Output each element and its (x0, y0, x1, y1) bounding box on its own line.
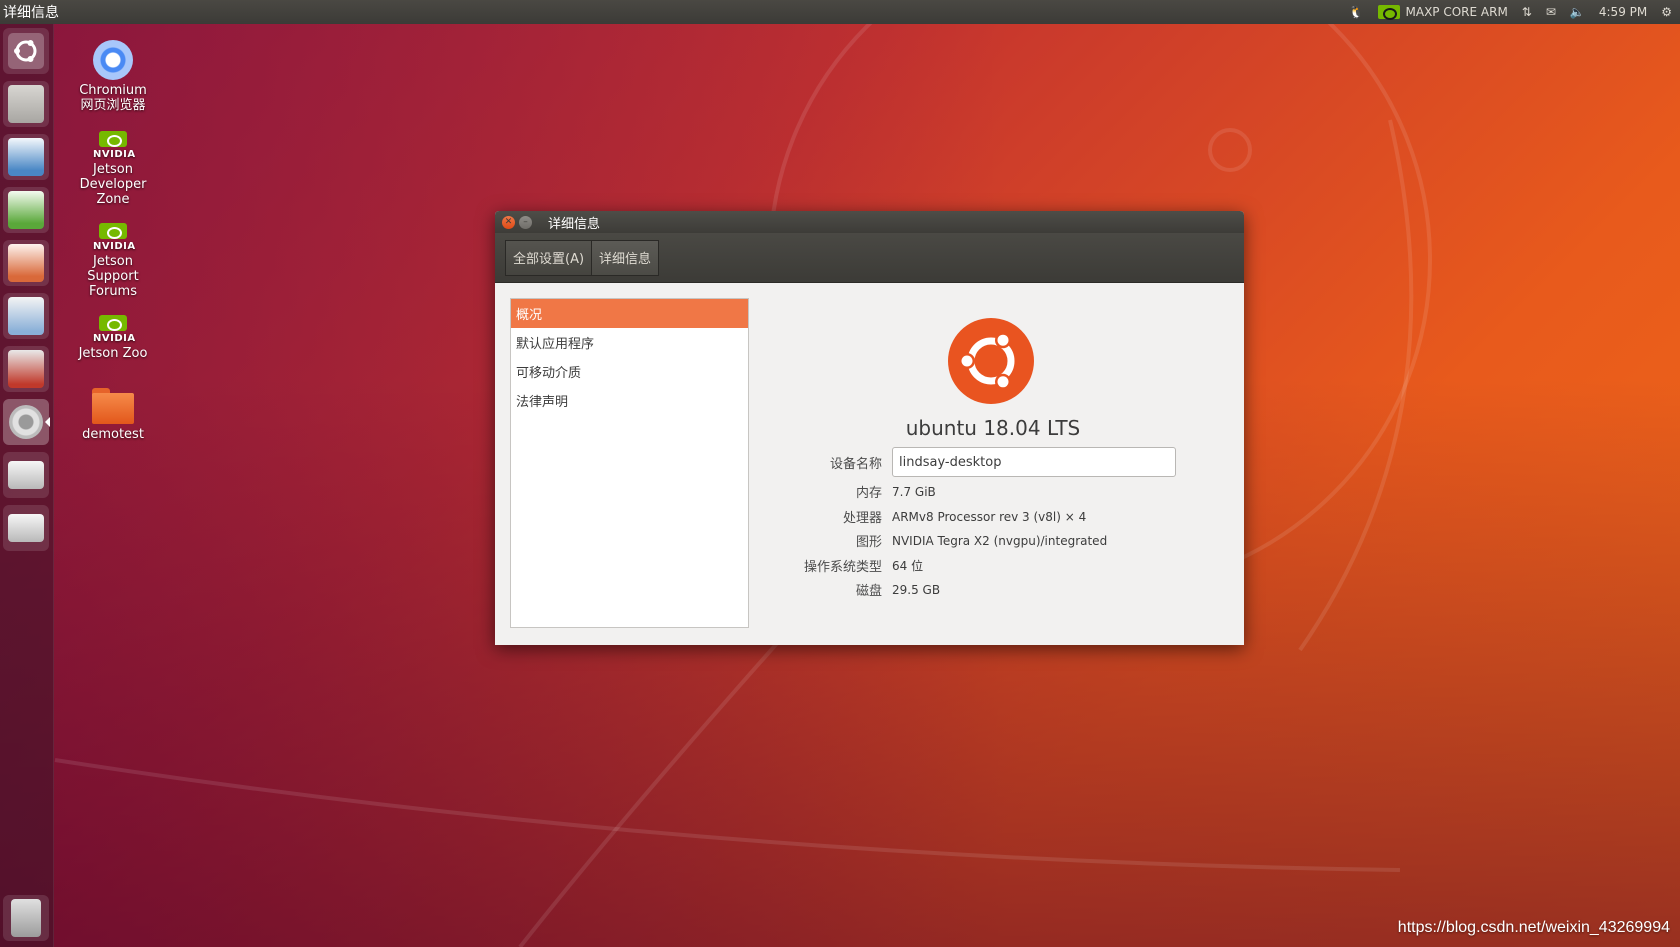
volume-icon[interactable]: 🔈 (1570, 5, 1585, 19)
nvidia-wordmark: NVIDIA (93, 241, 136, 252)
window-titlebar[interactable]: ✕ – 详细信息 (495, 211, 1244, 233)
folder-icon (92, 388, 134, 424)
close-icon[interactable]: ✕ (502, 215, 515, 229)
desktop-icon-jetson-developer-zone[interactable]: NVIDIA Jetson Developer Zone (63, 131, 163, 207)
system-settings-launcher[interactable] (3, 399, 50, 445)
info-row-processor: 处理器 ARMv8 Processor rev 3 (v8l) × 4 (795, 507, 1215, 527)
info-label: 操作系统类型 (803, 560, 882, 575)
info-label: 处理器 (842, 511, 882, 526)
network-icon[interactable]: ⇅ (1522, 5, 1532, 19)
clock[interactable]: 4:59 PM (1599, 5, 1647, 19)
info-label: 内存 (855, 486, 882, 501)
breadcrumb-details[interactable]: 详细信息 (592, 239, 660, 276)
usb-drive-icon (8, 514, 44, 542)
desktop-icon-jetson-zoo[interactable]: NVIDIA Jetson Zoo (63, 315, 163, 361)
nvidia-logo-icon: NVIDIA (93, 131, 136, 160)
info-label: 图形 (855, 535, 882, 550)
ubuntu-logo-icon (948, 318, 1034, 404)
info-value: 29.5 GB (892, 582, 941, 597)
desktop-icon-label: Jetson Zoo (78, 346, 148, 361)
ubuntu-logo-icon (8, 33, 44, 69)
calc-launcher[interactable] (3, 187, 49, 233)
device-name-label: 设备名称 (829, 456, 882, 472)
wrench-icon (8, 350, 44, 388)
info-value: ARMv8 Processor rev 3 (v8l) × 4 (892, 509, 1087, 524)
window-content: 概况 默认应用程序 可移动介质 法律声明 ubuntu 18.04 LTS 设备… (495, 283, 1244, 645)
writer-launcher[interactable] (3, 134, 49, 180)
device-name-row: 设备名称 (795, 447, 1215, 477)
power-mode-label: MAXP CORE ARM (1405, 5, 1508, 19)
settings-gear-icon (9, 405, 43, 439)
mail-icon[interactable]: ✉ (1546, 5, 1556, 19)
desktop-icon-label: Jetson (93, 254, 133, 269)
info-label: 磁盘 (855, 584, 882, 599)
shopping-bag-icon (8, 297, 44, 335)
gear-icon[interactable]: ⚙ (1661, 5, 1672, 19)
ubuntu-dash-button[interactable] (3, 28, 49, 74)
sidebar-item-removable-media[interactable]: 可移动介质 (511, 357, 748, 386)
info-value: NVIDIA Tegra X2 (nvgpu)/integrated (892, 533, 1108, 548)
nvidia-indicator[interactable]: MAXP CORE ARM (1377, 5, 1508, 20)
desktop-icon-label: 网页浏览器 (80, 98, 146, 113)
document-icon (8, 138, 44, 176)
files-launcher[interactable] (3, 81, 49, 127)
nvidia-logo-icon: NVIDIA (93, 223, 136, 252)
drive-launcher[interactable] (3, 452, 49, 498)
info-row-os-type: 操作系统类型 64 位 (795, 556, 1215, 575)
indicator-area: 🐧 MAXP CORE ARM ⇅ ✉ 🔈 4:59 PM ⚙ (1349, 5, 1680, 20)
sidebar-item-legal-notice[interactable]: 法律声明 (511, 386, 748, 415)
sidebar-item-overview[interactable]: 概况 (511, 299, 748, 328)
desktop-icon-label: Zone (96, 192, 130, 207)
info-row-graphics: 图形 NVIDIA Tegra X2 (nvgpu)/integrated (795, 531, 1215, 551)
panel-app-title: 详细信息 (3, 5, 59, 21)
desktop-icon-chromium[interactable]: Chromium 网页浏览器 (63, 40, 163, 113)
chromium-icon (93, 40, 133, 80)
desktop-icon-label: Jetson (93, 162, 133, 177)
impress-launcher[interactable] (3, 240, 49, 286)
top-panel: 详细信息 🐧 MAXP CORE ARM ⇅ ✉ 🔈 4:59 PM ⚙ (0, 0, 1680, 24)
desktop-icon-label: Developer (79, 177, 147, 192)
usb-drive-launcher[interactable] (3, 505, 49, 551)
desktop-icon-label: demotest (82, 427, 144, 442)
window-toolbar: 全部设置(A) 详细信息 (495, 233, 1244, 283)
info-value: 7.7 GiB (892, 484, 936, 499)
drive-icon (8, 461, 44, 489)
trash-icon (11, 899, 41, 937)
window-title: 详细信息 (548, 216, 601, 232)
presentation-icon (8, 244, 44, 282)
desktop-icon-label: Chromium (79, 83, 147, 98)
desktop-icon-demotest[interactable]: demotest (63, 388, 163, 442)
breadcrumb-all-settings[interactable]: 全部设置(A) (505, 239, 593, 276)
software-center-launcher[interactable] (3, 293, 49, 339)
nvidia-logo-icon: NVIDIA (93, 315, 136, 344)
active-indicator-icon (45, 417, 50, 427)
details-sidebar: 概况 默认应用程序 可移动介质 法律声明 (510, 298, 749, 628)
info-row-disk: 磁盘 29.5 GB (795, 580, 1215, 600)
minimize-icon[interactable]: – (519, 215, 532, 229)
desktop-icon-label: Support (87, 269, 139, 284)
launcher (0, 24, 54, 947)
info-value: 64 位 (892, 559, 924, 573)
details-window: ✕ – 详细信息 全部设置(A) 详细信息 概况 默认应用程序 可移动介质 法律… (495, 211, 1244, 645)
info-row-memory: 内存 7.7 GiB (795, 482, 1215, 502)
desktop-icon-label: Forums (89, 284, 137, 299)
system-tools-launcher[interactable] (3, 346, 49, 392)
trash-launcher[interactable] (3, 895, 49, 941)
device-name-field[interactable] (892, 447, 1176, 477)
sidebar-item-default-apps[interactable]: 默认应用程序 (511, 328, 748, 357)
nvidia-wordmark: NVIDIA (93, 333, 136, 344)
file-cabinet-icon (8, 85, 44, 123)
keyboard-icon[interactable]: 🐧 (1349, 5, 1364, 19)
spreadsheet-icon (8, 191, 44, 229)
desktop-icon-jetson-support-forums[interactable]: NVIDIA Jetson Support Forums (63, 223, 163, 299)
nvidia-icon (1377, 5, 1400, 20)
distro-name: ubuntu 18.04 LTS (905, 416, 1081, 440)
nvidia-wordmark: NVIDIA (93, 149, 136, 160)
watermark: https://blog.csdn.net/weixin_43269994 (1397, 919, 1670, 936)
